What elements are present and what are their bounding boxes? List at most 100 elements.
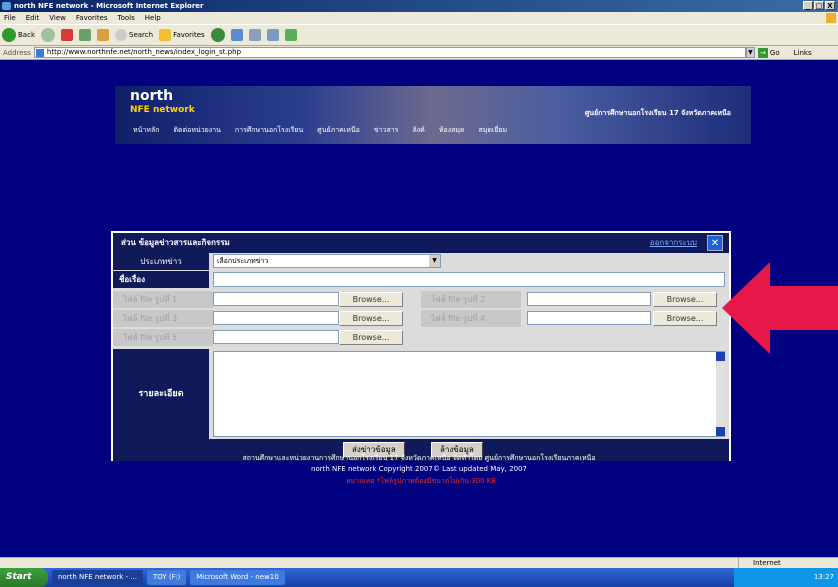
site-banner: north NFE network ศูนย์การศึกษานอกโรงเรี… xyxy=(115,86,751,144)
menu-view[interactable]: View xyxy=(49,12,66,24)
menu-tools[interactable]: Tools xyxy=(118,12,135,24)
address-input[interactable]: http://www.northnfe.net/north_news/index… xyxy=(33,47,746,58)
file-3-input[interactable] xyxy=(213,311,339,325)
messenger-button[interactable] xyxy=(284,29,297,41)
logout-link[interactable]: ออกจากระบบ xyxy=(650,233,697,253)
task-word[interactable]: Microsoft Word - new10 xyxy=(190,570,285,585)
file-1-input[interactable] xyxy=(213,292,339,306)
news-type-select[interactable]: เลือกประเภทข่าว ▼ xyxy=(213,254,441,268)
file-4-input[interactable] xyxy=(527,311,651,325)
start-button[interactable]: Start xyxy=(0,568,48,587)
media-icon xyxy=(210,28,225,42)
history-button[interactable] xyxy=(230,29,243,41)
refresh-button[interactable] xyxy=(79,29,91,41)
file-5-label: ไฟล์ file รูปที่ 5 xyxy=(113,329,213,346)
go-arrow-icon: → xyxy=(757,47,768,58)
banner-text: ศูนย์การศึกษานอกโรงเรียน 17 จังหวัดภาคเห… xyxy=(584,109,731,117)
nav-home[interactable]: หน้าหลัก xyxy=(133,122,159,138)
forward-button[interactable] xyxy=(41,28,55,42)
nav-library[interactable]: ห้องสมุด xyxy=(439,122,465,138)
back-label: Back xyxy=(18,31,35,39)
detail-label: รายละเอียด xyxy=(113,349,209,439)
file-2-label: ไฟล์ file รูปที่ 2 xyxy=(421,291,521,308)
security-zone: Internet xyxy=(738,558,828,568)
footer-line-2: north NFE network Copyright 2007© Last u… xyxy=(311,465,527,473)
nav-links[interactable]: ลิงค์ xyxy=(412,122,424,138)
maximize-button[interactable]: □ xyxy=(814,1,824,10)
nav-nfe[interactable]: การศึกษานอกโรงเรียน xyxy=(235,122,303,138)
messenger-icon xyxy=(284,29,297,41)
nav-north-center[interactable]: ศูนย์ภาคเหนือ xyxy=(317,122,360,138)
home-icon xyxy=(97,29,109,41)
page-icon xyxy=(35,49,44,57)
file-1-browse-button[interactable]: Browse... xyxy=(339,292,403,307)
file-3-label: ไฟล์ file รูปที่ 3 xyxy=(113,310,213,327)
system-tray: 13:27 xyxy=(734,568,838,587)
go-button[interactable]: → Go xyxy=(757,47,780,58)
panel-title: ส่วน ข้อมูลข่าวสารและกิจกรรม xyxy=(121,238,230,247)
file-4-browse-button[interactable]: Browse... xyxy=(653,311,717,326)
task-explorer[interactable]: TOY (F:) xyxy=(147,570,187,585)
scroll-down-icon[interactable] xyxy=(716,427,725,436)
back-arrow-icon xyxy=(2,28,16,42)
panel-header: ส่วน ข้อมูลข่าวสารและกิจกรรม ออกจากระบบ … xyxy=(113,233,729,253)
file-5-browse-button[interactable]: Browse... xyxy=(339,330,403,345)
nav-contact[interactable]: ติดต่อหน่วยงาน xyxy=(173,122,220,138)
file-2-input[interactable] xyxy=(527,292,651,306)
menu-file[interactable]: File xyxy=(4,12,16,24)
red-arrow-icon xyxy=(722,262,838,354)
menu-help[interactable]: Help xyxy=(145,12,161,24)
news-type-label: ประเภทข่าว xyxy=(113,253,209,270)
favorites-label: Favorites xyxy=(173,31,205,39)
news-type-row: ประเภทข่าว เลือกประเภทข่าว ▼ xyxy=(113,253,729,270)
close-window-button[interactable]: X xyxy=(825,1,835,10)
address-dropdown-button[interactable]: ▼ xyxy=(745,47,755,58)
mail-icon xyxy=(248,29,261,41)
news-type-value: เลือกประเภทข่าว xyxy=(217,257,269,265)
site-footer: สถานศึกษาและหน่วยงานการศึกษานอกโรงเรียน … xyxy=(0,453,838,475)
site-logo[interactable]: north xyxy=(130,88,173,104)
window-titlebar[interactable]: north NFE network - Microsoft Internet E… xyxy=(0,0,838,12)
menu-favorites[interactable]: Favorites xyxy=(76,12,108,24)
file-3-browse-button[interactable]: Browse... xyxy=(339,311,403,326)
file-1-label: ไฟล์ file รูปที่ 1 xyxy=(113,291,213,308)
detail-scrollbar[interactable] xyxy=(716,352,725,436)
mail-button[interactable] xyxy=(248,29,261,41)
print-icon xyxy=(266,29,279,41)
home-button[interactable] xyxy=(97,29,109,41)
nav-guestbook[interactable]: สมุดเยี่ยม xyxy=(479,122,508,138)
site-nav: หน้าหลัก ติดต่อหน่วยงาน การศึกษานอกโรงเร… xyxy=(115,122,751,138)
site-logo-sub: NFE network xyxy=(130,105,195,115)
search-button[interactable]: Search xyxy=(115,29,153,41)
stop-button[interactable] xyxy=(61,29,73,41)
ie-icon xyxy=(2,2,11,10)
task-ie[interactable]: north NFE network - ... xyxy=(52,570,143,585)
clock: 13:27 xyxy=(813,573,834,581)
favorites-button[interactable]: Favorites xyxy=(159,29,205,41)
history-icon xyxy=(230,29,243,41)
nav-news[interactable]: ข่าวสาร xyxy=(374,122,399,138)
windows-flag-icon xyxy=(826,13,836,23)
address-url: http://www.northnfe.net/north_news/index… xyxy=(46,48,242,56)
media-button[interactable] xyxy=(210,28,225,42)
menu-bar: File Edit View Favorites Tools Help xyxy=(0,12,838,24)
status-bar: Internet xyxy=(0,557,838,568)
close-icon[interactable]: ✕ xyxy=(707,235,723,251)
file-2-browse-button[interactable]: Browse... xyxy=(653,292,717,307)
forward-arrow-icon xyxy=(41,28,55,42)
search-label: Search xyxy=(129,31,154,39)
search-icon xyxy=(115,29,127,41)
print-button[interactable] xyxy=(266,29,279,41)
detail-textarea[interactable] xyxy=(213,351,725,437)
go-label: Go xyxy=(769,48,780,57)
subject-label: ชื่อเรื่อง xyxy=(113,271,209,288)
stop-icon xyxy=(61,29,73,41)
subject-input[interactable] xyxy=(213,272,725,287)
file-size-note: หมายเหตุ *ไฟล์รูปภาพต้องมีขนาดไม่เกิน 30… xyxy=(345,477,497,485)
file-5-input[interactable] xyxy=(213,330,339,344)
subject-row: ชื่อเรื่อง xyxy=(113,271,729,288)
links-button[interactable]: Links xyxy=(794,49,812,57)
minimize-button[interactable]: _ xyxy=(803,1,813,10)
back-button[interactable]: Back xyxy=(2,28,35,42)
menu-edit[interactable]: Edit xyxy=(26,12,40,24)
